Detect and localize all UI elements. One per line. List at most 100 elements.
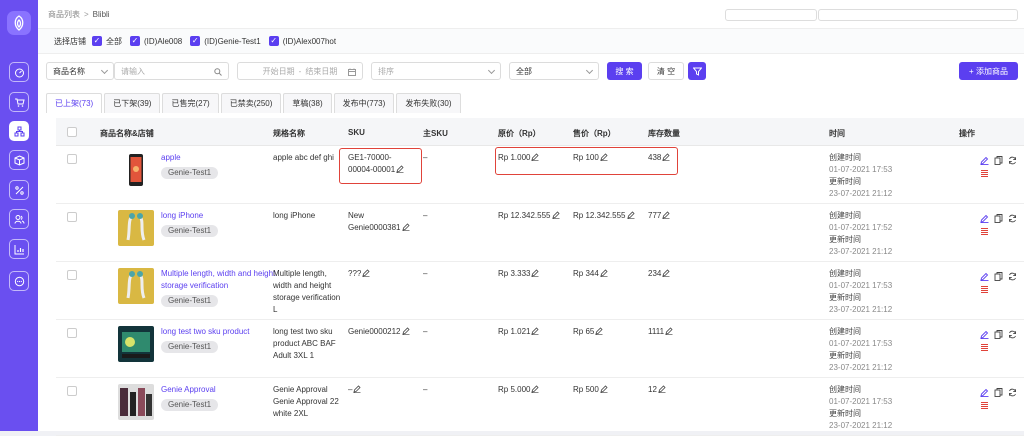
product-thumbnail[interactable] — [118, 210, 154, 246]
edit-pen-icon[interactable] — [531, 385, 540, 393]
product-name-link[interactable]: Genie Approval — [161, 384, 276, 396]
tab-sold-out[interactable]: 已售完(27) — [162, 93, 219, 113]
sync-icon[interactable] — [1008, 330, 1017, 339]
product-thumbnail[interactable] — [118, 384, 154, 420]
edit-pen-icon[interactable] — [658, 385, 666, 393]
sync-icon[interactable] — [1008, 156, 1017, 165]
tab-publish-failed[interactable]: 发布失败(30) — [396, 93, 461, 113]
tab-listed[interactable]: 已上架(73) — [46, 93, 103, 113]
filter-bar: 商品名称 请输入 开始日期 - 结束日期 排序 全部 搜 索 清 空 + 添加商品 — [46, 62, 1018, 80]
main-sku-value: – — [423, 153, 428, 162]
search-icon[interactable] — [214, 68, 222, 76]
edit-pen-icon[interactable] — [362, 269, 370, 277]
select-all-checkbox[interactable] — [67, 127, 77, 137]
edit-pen-icon[interactable] — [600, 385, 608, 393]
top-select-a[interactable] — [725, 9, 817, 21]
tab-publishing[interactable]: 发布中(773) — [333, 93, 395, 113]
cart-icon[interactable] — [9, 92, 29, 112]
sync-icon[interactable] — [1008, 272, 1017, 281]
edit-icon[interactable] — [980, 156, 989, 165]
product-name-link[interactable]: Multiple length, width and height storag… — [161, 268, 276, 292]
original-price: Rp 12.342.555 — [498, 211, 551, 220]
store-option-label: (ID)Genie-Test1 — [204, 36, 261, 46]
copy-icon[interactable] — [994, 156, 1003, 165]
chat-icon[interactable] — [9, 271, 29, 291]
copy-icon[interactable] — [994, 214, 1003, 223]
updated-time: 23-07-2021 21:12 — [829, 189, 893, 198]
edit-pen-icon[interactable] — [595, 327, 603, 335]
edit-pen-icon[interactable] — [600, 269, 608, 277]
breadcrumb-parent[interactable]: 商品列表 — [48, 10, 80, 19]
edit-pen-icon[interactable] — [665, 327, 673, 335]
row-checkbox[interactable] — [67, 270, 77, 280]
created-time-label: 创建时间 — [829, 211, 861, 220]
box-icon[interactable] — [9, 150, 29, 170]
search-field-select[interactable]: 商品名称 — [46, 62, 114, 80]
row-checkbox[interactable] — [67, 154, 77, 164]
store-option-alex007hot[interactable]: ✓ (ID)Alex007hot — [268, 36, 336, 46]
store-selector-label: 选择店铺 — [54, 36, 86, 46]
search-button[interactable]: 搜 索 — [607, 62, 642, 80]
checkbox-checked-icon[interactable]: ✓ — [190, 36, 201, 46]
tab-banned[interactable]: 已禁卖(250) — [220, 93, 282, 113]
dashboard-icon[interactable] — [9, 62, 29, 82]
product-name-link[interactable]: long test two sku product — [161, 326, 276, 338]
edit-pen-icon[interactable] — [401, 223, 410, 231]
top-select-b[interactable] — [818, 9, 1018, 21]
edit-icon[interactable] — [980, 272, 989, 281]
edit-pen-icon[interactable] — [626, 211, 635, 219]
sku-value: – — [348, 385, 353, 394]
percent-icon[interactable] — [9, 180, 29, 200]
copy-icon[interactable] — [994, 272, 1003, 281]
filter-button[interactable] — [688, 62, 706, 80]
edit-pen-icon[interactable] — [353, 385, 362, 393]
row-checkbox[interactable] — [67, 328, 77, 338]
tab-draft[interactable]: 草稿(38) — [283, 93, 332, 113]
edit-pen-icon[interactable] — [531, 269, 540, 277]
delete-icon[interactable] — [980, 343, 989, 352]
edit-icon[interactable] — [980, 214, 989, 223]
search-input[interactable]: 请输入 — [114, 62, 229, 80]
date-range-input[interactable]: 开始日期 - 结束日期 — [237, 62, 363, 80]
product-thumbnail[interactable] — [118, 326, 154, 362]
delete-icon[interactable] — [980, 169, 989, 178]
sync-icon[interactable] — [1008, 388, 1017, 397]
updated-time: 23-07-2021 21:12 — [829, 305, 893, 314]
product-tree-icon[interactable] — [9, 121, 29, 141]
status-select[interactable]: 全部 — [509, 62, 599, 80]
edit-pen-icon[interactable] — [551, 211, 560, 219]
product-name-link[interactable]: apple — [161, 152, 276, 164]
edit-icon[interactable] — [980, 330, 989, 339]
delete-icon[interactable] — [980, 285, 989, 294]
original-price: Rp 5.000 — [498, 385, 531, 394]
row-actions — [980, 156, 1020, 186]
product-thumbnail[interactable] — [118, 152, 154, 188]
edit-pen-icon[interactable] — [401, 327, 410, 335]
checkbox-checked-icon[interactable]: ✓ — [92, 36, 102, 46]
checkbox-checked-icon[interactable]: ✓ — [268, 36, 279, 46]
edit-pen-icon[interactable] — [662, 269, 670, 277]
store-option-genie-test1[interactable]: ✓ (ID)Genie-Test1 — [190, 36, 261, 46]
product-name-link[interactable]: long iPhone — [161, 210, 276, 222]
users-icon[interactable] — [9, 209, 29, 229]
delete-icon[interactable] — [980, 227, 989, 236]
add-product-button[interactable]: + 添加商品 — [959, 62, 1018, 80]
product-thumbnail[interactable] — [118, 268, 154, 304]
row-checkbox[interactable] — [67, 212, 77, 222]
clear-button[interactable]: 清 空 — [648, 62, 684, 80]
checkbox-checked-icon[interactable]: ✓ — [130, 36, 140, 46]
chart-icon[interactable] — [9, 239, 29, 259]
copy-icon[interactable] — [994, 388, 1003, 397]
delete-icon[interactable] — [980, 401, 989, 410]
row-checkbox[interactable] — [67, 386, 77, 396]
edit-icon[interactable] — [980, 388, 989, 397]
store-option-all[interactable]: ✓ 全部 — [92, 36, 122, 47]
copy-icon[interactable] — [994, 330, 1003, 339]
edit-pen-icon[interactable] — [531, 327, 540, 335]
store-option-ale008[interactable]: ✓ (ID)Ale008 — [130, 36, 182, 46]
sort-select[interactable]: 排序 — [371, 62, 501, 80]
column-time: 时间 — [829, 129, 845, 138]
sync-icon[interactable] — [1008, 214, 1017, 223]
edit-pen-icon[interactable] — [662, 211, 670, 219]
tab-delisted[interactable]: 已下架(39) — [104, 93, 161, 113]
